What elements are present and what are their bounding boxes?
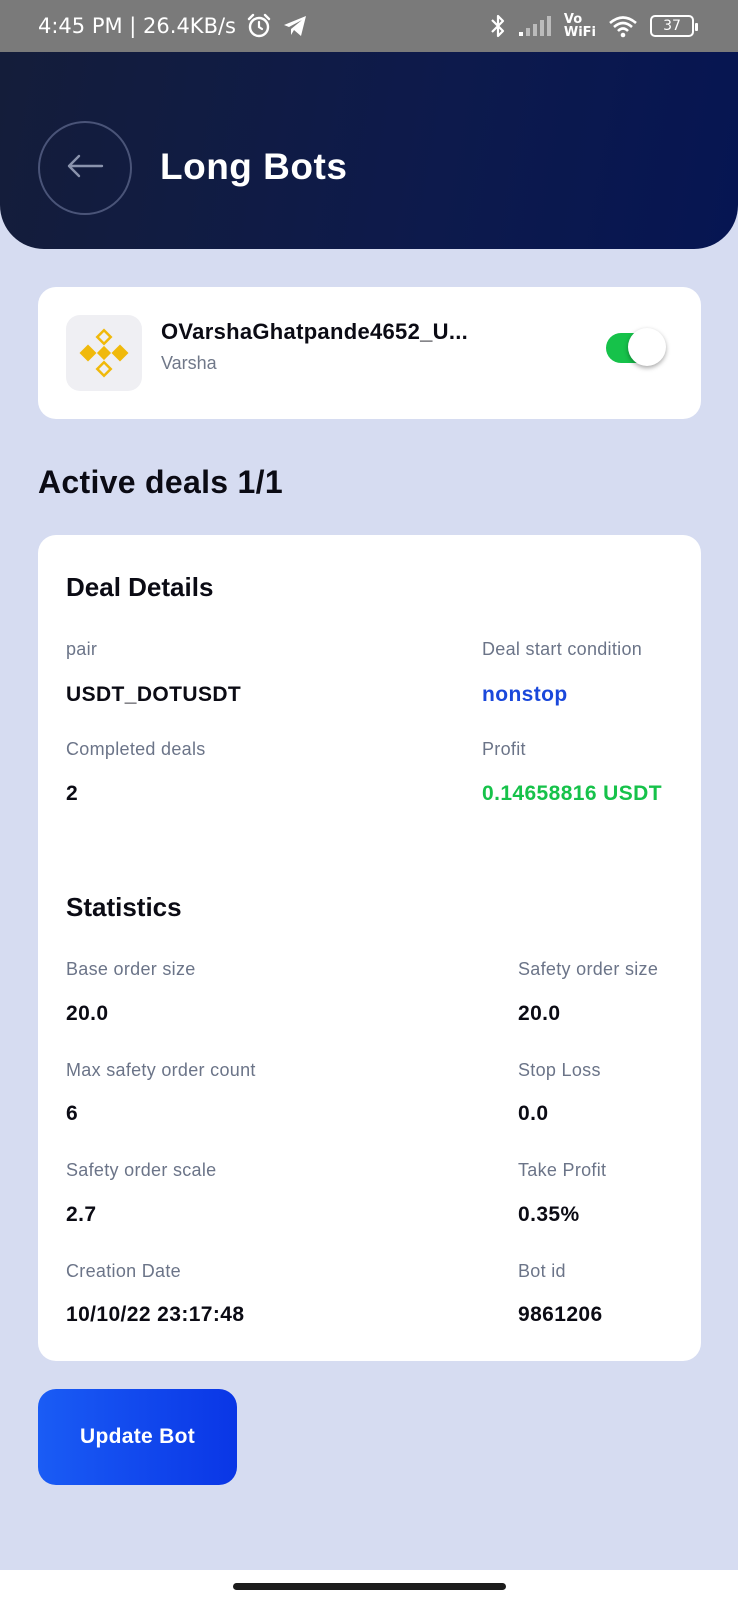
- start-condition-value: nonstop: [482, 683, 568, 706]
- account-subtitle: Varsha: [161, 353, 217, 373]
- safety-scale-label: Safety order scale: [66, 1160, 217, 1180]
- bot-id-value: 9861206: [518, 1303, 603, 1326]
- take-profit-value: 0.35%: [518, 1203, 580, 1226]
- vowifi-indicator: Vo WiFi: [564, 13, 596, 39]
- bot-id-label: Bot id: [518, 1261, 566, 1281]
- bluetooth-icon: [490, 13, 506, 39]
- base-order-label: Base order size: [66, 959, 196, 979]
- creation-date-label: Creation Date: [66, 1261, 181, 1281]
- page-title: Long Bots: [160, 146, 348, 187]
- home-indicator[interactable]: [233, 1583, 506, 1590]
- completed-deals-label: Completed deals: [66, 739, 206, 759]
- account-card[interactable]: OVarshaGhatpande4652_U... Varsha: [38, 287, 701, 419]
- battery-icon: 37: [650, 15, 698, 37]
- account-name: OVarshaGhatpande4652_U...: [161, 319, 469, 344]
- bot-enabled-toggle[interactable]: [606, 328, 666, 366]
- deal-details-title: Deal Details: [66, 572, 214, 602]
- pair-value: USDT_DOTUSDT: [66, 683, 242, 706]
- binance-logo-icon: [66, 315, 142, 391]
- start-condition-label: Deal start condition: [482, 639, 643, 659]
- safety-order-value: 20.0: [518, 1002, 561, 1025]
- status-right: Vo WiFi 37: [490, 13, 698, 39]
- alarm-icon: [246, 13, 272, 39]
- signal-icon: [518, 15, 552, 37]
- max-safety-value: 6: [66, 1102, 79, 1125]
- stop-loss-label: Stop Loss: [518, 1060, 601, 1080]
- active-deals-heading: Active deals 1/1: [38, 464, 283, 500]
- pair-label: pair: [66, 639, 98, 659]
- profit-value: 0.14658816 USDT: [482, 782, 662, 805]
- status-bar: 4:45 PM | 26.4KB/s Vo WiFi 37: [0, 0, 738, 52]
- stop-loss-value: 0.0: [518, 1102, 549, 1125]
- battery-level: 37: [663, 18, 681, 34]
- wifi-icon: [608, 14, 638, 38]
- completed-deals-value: 2: [66, 782, 79, 805]
- creation-date-value: 10/10/22 23:17:48: [66, 1303, 245, 1326]
- statistics-title: Statistics: [66, 892, 182, 922]
- back-button[interactable]: [38, 121, 132, 215]
- take-profit-label: Take Profit: [518, 1160, 607, 1180]
- toggle-knob: [628, 328, 666, 366]
- profit-label: Profit: [482, 739, 526, 759]
- max-safety-label: Max safety order count: [66, 1060, 256, 1080]
- status-time-speed: 4:45 PM | 26.4KB/s: [38, 14, 236, 38]
- safety-scale-value: 2.7: [66, 1203, 97, 1226]
- deal-details-card: Deal Details pair USDT_DOTUSDT Deal star…: [38, 535, 701, 1361]
- app-header: Long Bots: [0, 52, 738, 249]
- status-left: 4:45 PM | 26.4KB/s: [38, 13, 308, 39]
- update-bot-button[interactable]: Update Bot: [38, 1389, 237, 1485]
- arrow-left-icon: [66, 154, 104, 183]
- safety-order-label: Safety order size: [518, 959, 659, 979]
- telegram-icon: [282, 14, 308, 38]
- base-order-value: 20.0: [66, 1002, 109, 1025]
- vowifi-bottom: WiFi: [563, 25, 596, 40]
